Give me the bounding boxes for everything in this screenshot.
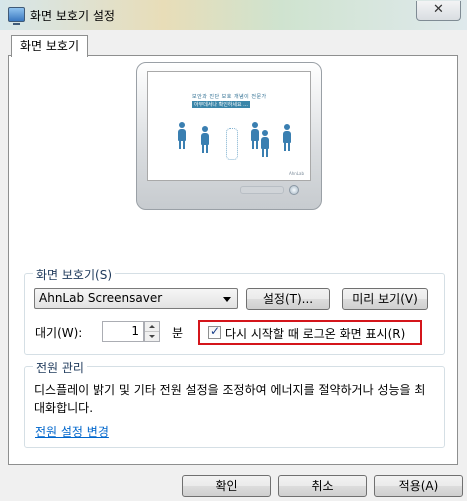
settings-button[interactable]: 설정(T)... [246, 288, 330, 310]
logon-checkbox[interactable] [208, 324, 221, 339]
monitor-slot [240, 186, 284, 194]
preview-caption-line1: 보안과 진단 보호 개념이 전문가 [192, 94, 267, 100]
window-title: 화면 보호기 설정 [30, 9, 115, 23]
person-figure [261, 130, 269, 157]
title-bar: 화면 보호기 설정 ✕ [0, 0, 467, 31]
spin-down-icon[interactable] [145, 332, 159, 341]
monitor-icon [8, 7, 25, 25]
dotted-figure [226, 128, 238, 160]
cancel-button[interactable]: 취소 [278, 475, 367, 497]
screensaver-group-legend: 화면 보호기(S) [33, 266, 115, 283]
person-figure [251, 122, 259, 149]
person-figure [283, 124, 291, 151]
spin-up-icon[interactable] [145, 322, 159, 332]
preview-screen: 보안과 진단 보호 개념이 전문가 아무데서나 확인하세요 ... AhnLab [147, 71, 311, 181]
preview-button[interactable]: 미리 보기(V) [342, 288, 428, 310]
wait-label: 대기(W): [35, 326, 83, 340]
wait-spinner[interactable] [144, 321, 160, 342]
power-settings-link[interactable]: 전원 설정 변경 [35, 423, 109, 440]
logon-highlight-box: 다시 시작할 때 로그온 화면 표시(R) [198, 320, 422, 345]
close-button[interactable]: ✕ [416, 1, 461, 21]
wait-unit-label: 분 [172, 326, 184, 340]
preview-footer-logo: AhnLab [288, 171, 304, 176]
ok-button[interactable]: 확인 [182, 475, 271, 497]
power-button-icon [289, 185, 299, 195]
power-group-legend: 전원 관리 [33, 359, 87, 376]
screensaver-select-value: AhnLab Screensaver [39, 291, 163, 305]
person-figure [201, 126, 209, 153]
apply-button[interactable]: 적용(A) [374, 475, 463, 497]
monitor-preview: 보안과 진단 보호 개념이 전문가 아무데서나 확인하세요 ... AhnLab [136, 62, 322, 210]
screensaver-select[interactable]: AhnLab Screensaver [34, 288, 238, 309]
power-description: 디스플레이 밝기 및 기타 전원 설정을 조정하여 에너지를 절약하거나 성능을… [34, 383, 426, 415]
chevron-down-icon [223, 297, 231, 302]
preview-caption-line2: 아무데서나 확인하세요 ... [192, 101, 250, 108]
logon-checkbox-label[interactable]: 다시 시작할 때 로그온 화면 표시(R) [225, 325, 405, 342]
tab-screensaver[interactable]: 화면 보호기 [11, 35, 89, 57]
wait-minutes-input[interactable]: 1 [102, 321, 144, 342]
person-figure [178, 122, 186, 149]
